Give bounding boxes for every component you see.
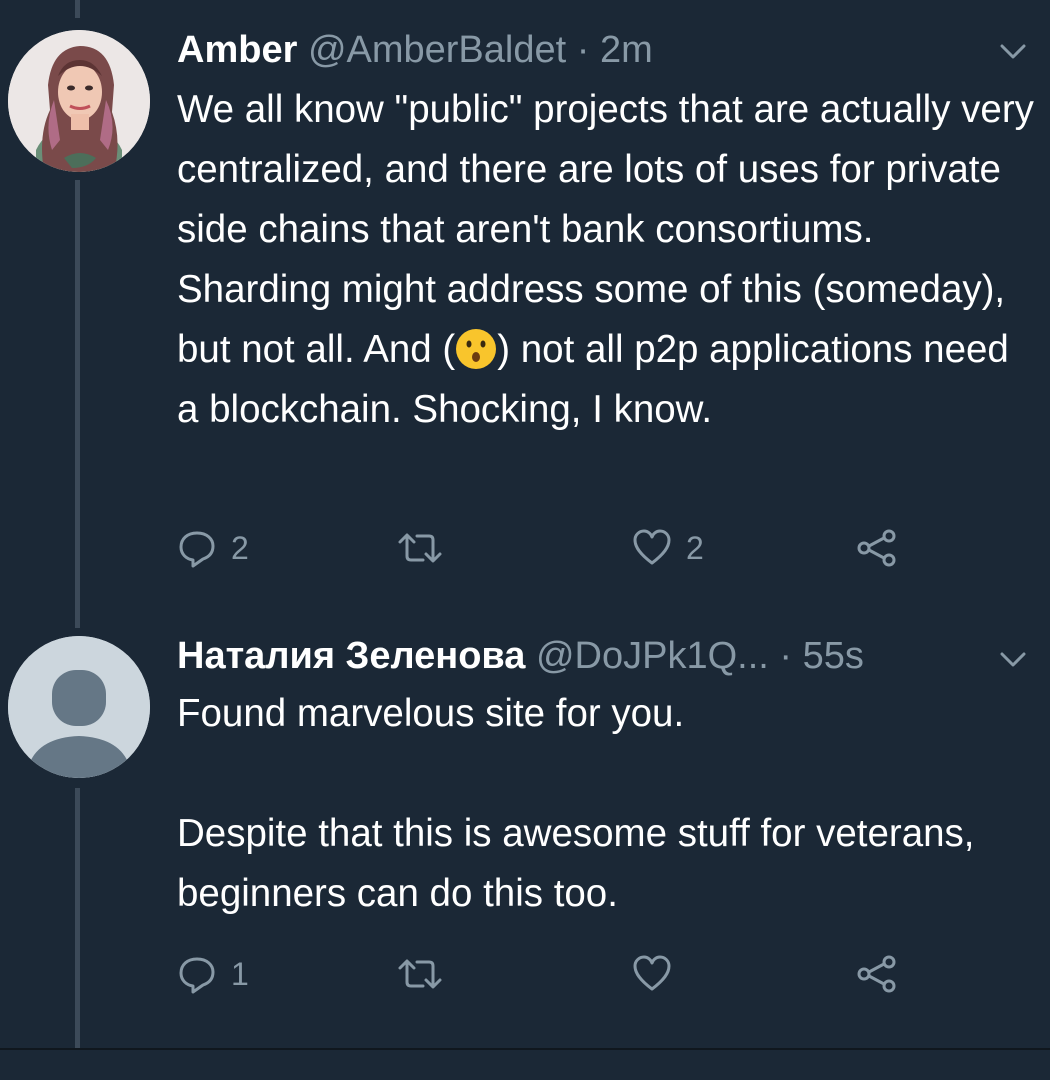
default-avatar-icon xyxy=(8,636,150,778)
heart-icon xyxy=(633,529,671,565)
tweet-natalia[interactable]: Наталия Зеленова @DoJPk1Q... · 55s Found… xyxy=(0,620,1050,1040)
tweet-header: Amber @AmberBaldet · 2m xyxy=(177,28,653,72)
share-button[interactable] xyxy=(855,528,899,568)
timestamp[interactable]: 2m xyxy=(600,29,653,71)
separator-dot: · xyxy=(576,29,590,71)
like-count: 2 xyxy=(686,529,704,566)
share-icon xyxy=(857,529,896,567)
share-icon xyxy=(857,955,896,993)
hushed-face-icon xyxy=(456,329,497,369)
reply-icon xyxy=(179,957,215,994)
retweet-icon xyxy=(398,959,442,989)
retweet-button[interactable] xyxy=(397,528,457,568)
display-name[interactable]: Amber xyxy=(177,29,297,71)
avatar[interactable] xyxy=(8,30,150,172)
heart-icon xyxy=(633,955,671,991)
reply-count: 1 xyxy=(231,955,249,992)
avatar[interactable] xyxy=(8,636,150,778)
avatar-photo xyxy=(8,30,150,172)
like-button[interactable] xyxy=(632,954,686,994)
tweet-amber[interactable]: Amber @AmberBaldet · 2m We all know "pub… xyxy=(0,0,1050,620)
reply-icon xyxy=(179,531,215,568)
retweet-button[interactable] xyxy=(397,954,457,994)
display-name[interactable]: Наталия Зеленова xyxy=(177,635,525,677)
reply-count: 2 xyxy=(231,529,249,566)
tweet-actions: 2 2 xyxy=(177,528,937,568)
tweet-text: We all know "public" projects that are a… xyxy=(177,80,1037,440)
tweet-actions: 1 xyxy=(177,954,937,994)
like-button[interactable]: 2 xyxy=(632,528,704,568)
reply-button[interactable]: 2 xyxy=(177,528,249,568)
timestamp[interactable]: 55s xyxy=(803,635,864,677)
bottom-divider xyxy=(0,1048,1050,1080)
tweet-text: Found marvelous site for you. Despite th… xyxy=(177,692,975,915)
tweet-header: Наталия Зеленова @DoJPk1Q... · 55s xyxy=(177,634,864,678)
retweet-icon xyxy=(398,533,442,563)
username-handle[interactable]: @AmberBaldet xyxy=(308,29,566,71)
chevron-down-icon[interactable] xyxy=(998,36,1028,66)
chevron-down-icon[interactable] xyxy=(998,644,1028,674)
share-button[interactable] xyxy=(855,954,899,994)
reply-button[interactable]: 1 xyxy=(177,954,249,994)
username-handle[interactable]: @DoJPk1Q... xyxy=(536,635,769,677)
separator-dot: · xyxy=(779,635,793,677)
